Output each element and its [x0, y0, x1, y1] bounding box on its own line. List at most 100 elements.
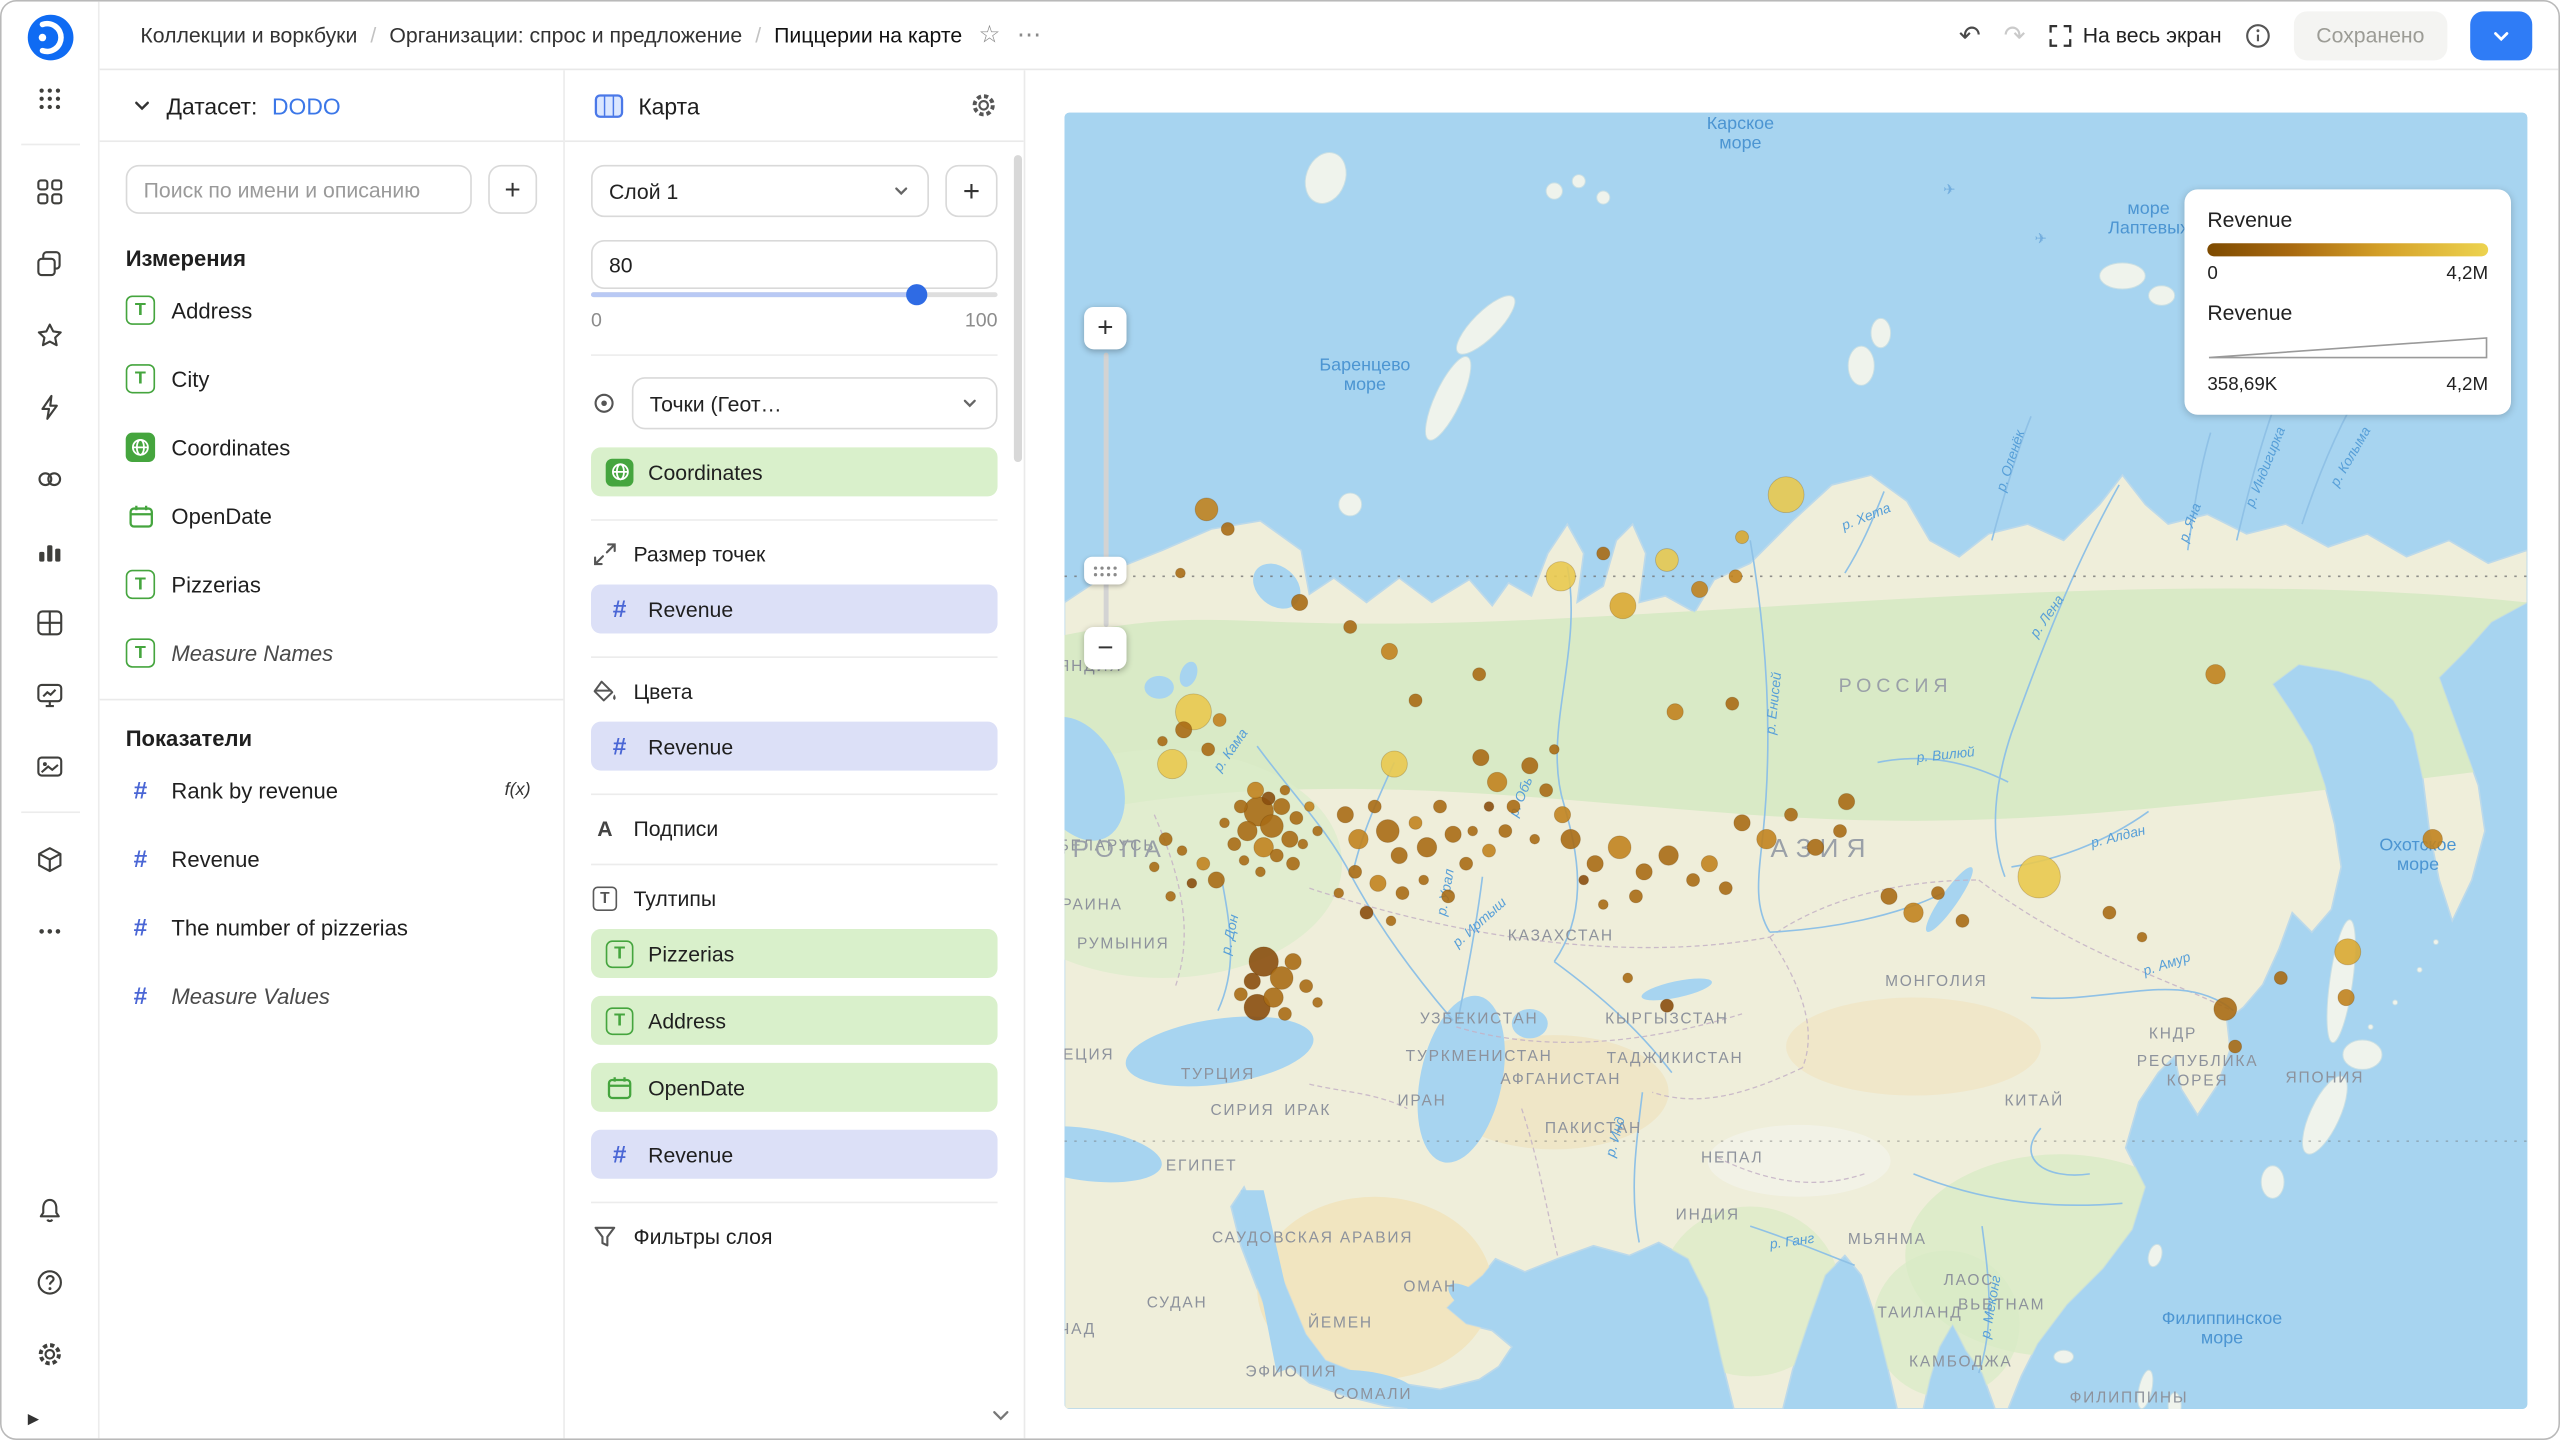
map-data-point[interactable]: [1904, 903, 1924, 923]
map-data-point[interactable]: [1546, 562, 1575, 591]
map-data-point[interactable]: [1247, 782, 1263, 798]
field-pill-address[interactable]: TAddress: [591, 996, 998, 1045]
map-data-point[interactable]: [1656, 549, 1679, 572]
map-data-point[interactable]: [1757, 829, 1777, 849]
map-data-point[interactable]: [1659, 846, 1679, 866]
map-data-point[interactable]: [1313, 826, 1323, 836]
zoom-in-button[interactable]: +: [1084, 307, 1126, 349]
map-data-point[interactable]: [1701, 856, 1717, 872]
opacity-value-box[interactable]: 80: [591, 240, 998, 289]
map-data-point[interactable]: [1273, 798, 1289, 814]
map-data-point[interactable]: [1177, 846, 1187, 856]
map-data-point[interactable]: [1344, 620, 1357, 633]
map-data-point[interactable]: [1396, 887, 1409, 900]
services-cube-icon[interactable]: [20, 831, 79, 887]
charts-icon[interactable]: [20, 522, 79, 578]
field-pill-pizzerias[interactable]: TPizzerias: [591, 929, 998, 978]
map-data-point[interactable]: [1149, 862, 1159, 872]
map-data-point[interactable]: [1260, 815, 1283, 838]
redo-icon[interactable]: ↷: [2004, 19, 2026, 52]
map-data-point[interactable]: [1687, 873, 1700, 886]
field-pill-coordinates[interactable]: Coordinates: [591, 447, 998, 496]
map-data-point[interactable]: [1244, 973, 1260, 989]
dimension-measure-names[interactable]: TMeasure Names: [126, 630, 554, 676]
scroll-down-chevron-icon[interactable]: [991, 1402, 1011, 1431]
zoom-slider-handle[interactable]: [1084, 557, 1126, 585]
workbooks-icon[interactable]: [20, 235, 79, 291]
map-data-point[interactable]: [1300, 980, 1313, 993]
apps-grid-icon[interactable]: [20, 70, 79, 126]
settings-gear-icon[interactable]: [20, 1326, 79, 1382]
zoom-out-button[interactable]: −: [1084, 627, 1126, 669]
map-data-point[interactable]: [1391, 847, 1407, 863]
map-data-point[interactable]: [1368, 800, 1381, 813]
field-pill-revenue[interactable]: #Revenue: [591, 722, 998, 771]
map-data-point[interactable]: [2229, 1040, 2242, 1053]
map-data-point[interactable]: [1768, 477, 1804, 513]
breadcrumb-collections[interactable]: Коллекции и воркбуки: [140, 23, 357, 47]
map-data-point[interactable]: [1221, 522, 1234, 535]
map-data-point[interactable]: [1445, 826, 1461, 842]
opacity-slider[interactable]: [591, 292, 998, 297]
dimension-opendate[interactable]: OpenDate: [126, 493, 554, 539]
map-data-point[interactable]: [1270, 849, 1283, 862]
map-data-point[interactable]: [1473, 668, 1486, 681]
connections-icon[interactable]: [20, 451, 79, 507]
map-data-point[interactable]: [1881, 888, 1897, 904]
map-data-point[interactable]: [1187, 878, 1197, 888]
map-data-point[interactable]: [1256, 867, 1266, 877]
map-data-point[interactable]: [1482, 844, 1495, 857]
map-data-point[interactable]: [1381, 643, 1397, 659]
map-data-point[interactable]: [1549, 744, 1559, 754]
map-data-point[interactable]: [1280, 785, 1290, 795]
dimension-address[interactable]: TAddress: [126, 287, 554, 333]
map-data-point[interactable]: [1349, 865, 1362, 878]
dimension-pizzerias[interactable]: TPizzerias: [126, 562, 554, 608]
map-data-point[interactable]: [1158, 736, 1168, 746]
map-data-point[interactable]: [1499, 824, 1512, 837]
map-data-point[interactable]: [1220, 818, 1230, 828]
expand-rail-icon[interactable]: ▶: [28, 1411, 39, 1429]
map-data-point[interactable]: [1290, 811, 1303, 824]
map-data-point[interactable]: [1608, 836, 1631, 859]
measure-measure-values[interactable]: #Measure Values: [126, 973, 554, 1019]
map-data-point[interactable]: [1376, 820, 1399, 843]
save-dropdown-button[interactable]: [2470, 11, 2532, 60]
measure-rank-by-revenue[interactable]: #Rank by revenuef(x): [126, 767, 554, 813]
map-data-point[interactable]: [2103, 906, 2116, 919]
slider-handle[interactable]: [906, 284, 927, 305]
map-data-point[interactable]: [1468, 826, 1478, 836]
map-data-point[interactable]: [1381, 751, 1407, 777]
map-data-point[interactable]: [1176, 568, 1186, 578]
map-data-point[interactable]: [1719, 882, 1732, 895]
map-data-point[interactable]: [2018, 856, 2060, 898]
layer-select[interactable]: Слой 1: [591, 165, 929, 217]
map-widget[interactable]: КарскоемореБаренцевоморемореЛаптевыхОхот…: [1064, 113, 2527, 1409]
map-data-point[interactable]: [1239, 856, 1249, 866]
map-data-point[interactable]: [1270, 967, 1293, 990]
search-input[interactable]: [126, 165, 472, 214]
map-data-point[interactable]: [1838, 793, 1854, 809]
map-data-point[interactable]: [1278, 1007, 1291, 1020]
map-data-point[interactable]: [1158, 749, 1187, 778]
map-data-point[interactable]: [1473, 749, 1489, 765]
map-data-point[interactable]: [1409, 694, 1422, 707]
map-data-point[interactable]: [1597, 547, 1610, 560]
map-data-point[interactable]: [1234, 800, 1247, 813]
map-data-point[interactable]: [1282, 831, 1298, 847]
map-data-point[interactable]: [2214, 998, 2237, 1021]
map-data-point[interactable]: [1409, 816, 1422, 829]
map-data-point[interactable]: [1159, 833, 1172, 846]
map-data-point[interactable]: [1433, 800, 1446, 813]
map-data-point[interactable]: [1691, 581, 1707, 597]
favorite-star-icon[interactable]: ☆: [979, 23, 1001, 47]
map-data-point[interactable]: [1213, 713, 1226, 726]
map-data-point[interactable]: [1807, 839, 1823, 855]
map-data-point[interactable]: [1587, 856, 1603, 872]
map-data-point[interactable]: [1166, 891, 1176, 901]
map-data-point[interactable]: [1726, 697, 1739, 710]
map-data-point[interactable]: [1208, 872, 1224, 888]
fullscreen-button[interactable]: На весь экран: [2048, 23, 2221, 47]
map-data-point[interactable]: [1734, 815, 1750, 831]
map-data-point[interactable]: [1460, 857, 1473, 870]
